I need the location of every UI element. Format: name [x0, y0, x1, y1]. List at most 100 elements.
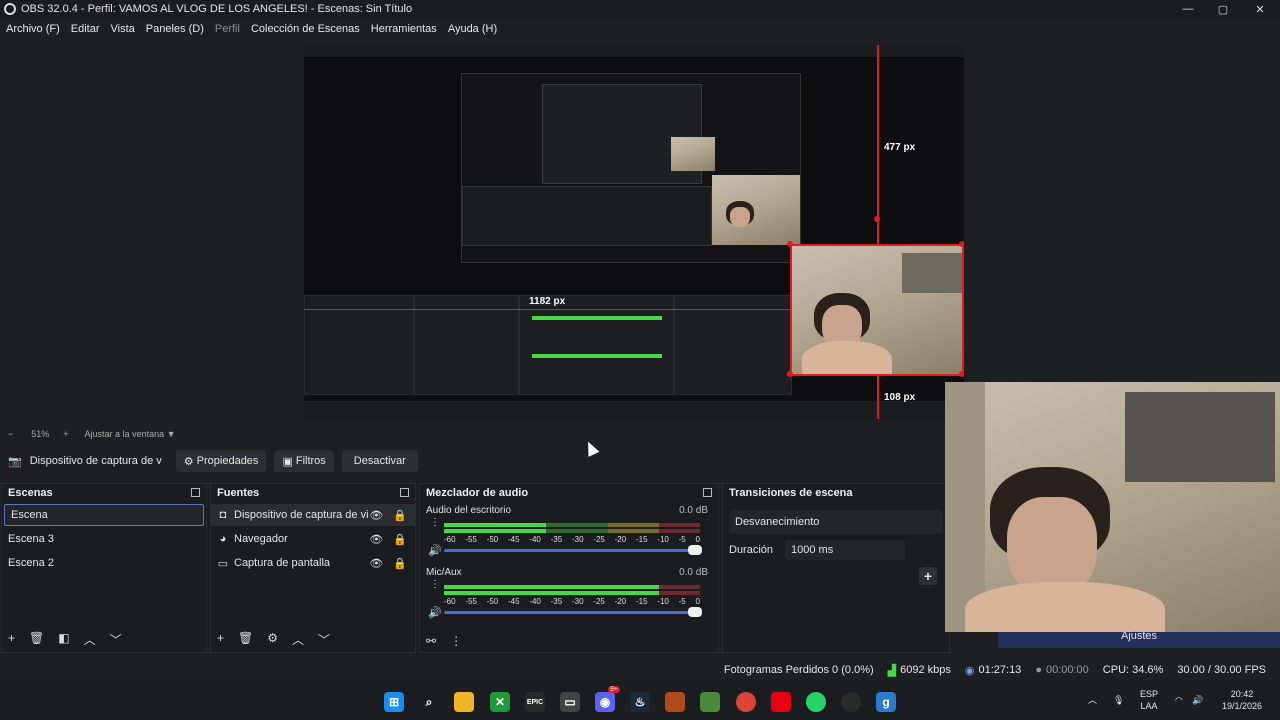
- filters-button[interactable]: ▣ Filtros: [274, 450, 334, 472]
- measure-handle-top[interactable]: [874, 216, 880, 222]
- nested-transitions-dock: [674, 295, 792, 395]
- menu-paneles[interactable]: Paneles (D): [142, 23, 208, 35]
- settings-button[interactable]: Ajustes: [998, 631, 1280, 648]
- resize-handle-bl[interactable]: [787, 371, 793, 377]
- add-icon[interactable]: +: [8, 631, 15, 648]
- language-indicator[interactable]: ESP LAA: [1140, 688, 1158, 712]
- volume-icon[interactable]: 🔊: [1192, 694, 1203, 706]
- channel-db: 0.0 dB: [679, 505, 708, 516]
- record-icon: ●: [1035, 664, 1042, 676]
- undock-icon[interactable]: [400, 488, 409, 497]
- folder-icon[interactable]: [454, 692, 474, 712]
- tick-label: -20: [614, 535, 627, 544]
- undock-icon[interactable]: [191, 488, 200, 497]
- resize-handle-br[interactable]: [959, 371, 964, 377]
- source-item[interactable]: ▭ Captura de pantalla 👁 🔒: [211, 552, 415, 574]
- volume-slider[interactable]: [444, 607, 702, 617]
- wifi-icon[interactable]: ◠: [1175, 694, 1183, 706]
- duration-field[interactable]: 1000 ms: [785, 540, 906, 560]
- filter-icon: ▣: [282, 455, 293, 468]
- chevron-up-icon[interactable]: ︿: [84, 631, 96, 648]
- minecraft-icon[interactable]: [700, 692, 720, 712]
- close-button[interactable]: ✕: [1242, 0, 1278, 18]
- search-icon[interactable]: ⌕: [419, 692, 439, 712]
- taskbar: ⊞ ⌕ ✕ EPIC ▭ ◉ 9+ ♨ g ︿ 🎙 ESP LAA ◠ 🔊 20:…: [0, 682, 1280, 720]
- lock-icon[interactable]: 🔒: [393, 509, 407, 522]
- volume-slider[interactable]: [444, 545, 702, 555]
- monitor-icon: ▭: [217, 557, 229, 570]
- zoom-out-button[interactable]: −: [8, 429, 13, 439]
- menu-vista[interactable]: Vista: [107, 23, 139, 35]
- more-icon[interactable]: ⋮: [450, 634, 462, 648]
- scene-item[interactable]: Escena 3: [2, 528, 206, 550]
- minimize-button[interactable]: —: [1170, 0, 1206, 18]
- camera-icon: ◘: [219, 509, 227, 521]
- nintendo-icon[interactable]: [771, 692, 791, 712]
- transitions-dock: Transiciones de escena Desvanecimiento D…: [722, 483, 950, 653]
- scene-item[interactable]: Escena: [4, 504, 204, 526]
- link-icon[interactable]: ⚯: [426, 634, 436, 648]
- bitrate: ▟ 6092 kbps: [887, 664, 951, 677]
- tick-label: -45: [507, 535, 520, 544]
- xbox-icon[interactable]: ✕: [490, 692, 510, 712]
- tick-label: -30: [571, 597, 584, 606]
- chevron-up-icon[interactable]: ︿: [1088, 694, 1097, 706]
- gear-icon[interactable]: ⚙: [267, 631, 278, 648]
- g-app-icon[interactable]: g: [876, 692, 896, 712]
- selected-webcam-source[interactable]: [792, 245, 964, 375]
- windows-start-icon[interactable]: ⊞: [384, 692, 404, 712]
- trash-icon[interactable]: 🗑: [238, 631, 253, 648]
- tick-label: 0: [695, 535, 700, 544]
- source-item[interactable]: ◘ Dispositivo de captura de vi 👁 🔒: [211, 504, 415, 526]
- eye-icon[interactable]: 👁: [369, 557, 383, 570]
- menu-editar[interactable]: Editar: [67, 23, 104, 35]
- speaker-icon[interactable]: 🔊: [428, 606, 442, 619]
- chevron-down-icon[interactable]: ﹀: [318, 631, 330, 648]
- add-icon[interactable]: +: [217, 631, 224, 648]
- chevron-down-icon[interactable]: ﹀: [110, 631, 122, 648]
- chrome-icon[interactable]: [736, 692, 756, 712]
- mic-icon[interactable]: 🎙: [1113, 694, 1124, 706]
- chevron-up-icon[interactable]: ︿: [292, 631, 304, 648]
- properties-button[interactable]: ⚙ Propiedades: [175, 450, 267, 472]
- undock-icon[interactable]: [703, 488, 712, 497]
- deactivate-button[interactable]: Desactivar: [341, 450, 418, 472]
- eye-icon[interactable]: 👁: [369, 533, 383, 546]
- trash-icon[interactable]: 🗑: [29, 631, 44, 648]
- source-item[interactable]: ◕ Navegador 👁 🔒: [211, 528, 415, 550]
- shield-icon[interactable]: [665, 692, 685, 712]
- speaker-icon[interactable]: 🔊: [428, 544, 442, 557]
- menu-perfil[interactable]: Perfil: [211, 23, 244, 35]
- obs-icon[interactable]: [841, 692, 861, 712]
- channel-menu-icon[interactable]: ⋮: [430, 580, 440, 590]
- fit-window-dropdown[interactable]: Ajustar a la ventana ▼: [77, 429, 176, 439]
- zoom-in-button[interactable]: +: [63, 429, 68, 439]
- tick-label: -5: [678, 597, 686, 606]
- menu-coleccion-escenas[interactable]: Colección de Escenas: [247, 23, 364, 35]
- whatsapp-icon[interactable]: [806, 692, 826, 712]
- channel-menu-icon[interactable]: ⋮: [430, 518, 440, 528]
- meter-ticks: -60 -55 -50 -45 -40 -35 -30 -25 -20 -15 -10 -5 0: [444, 535, 700, 544]
- menu-ayuda[interactable]: Ayuda (H): [444, 23, 501, 35]
- menu-archivo[interactable]: Archivo (F): [2, 23, 64, 35]
- filter-icon[interactable]: ◧: [58, 631, 69, 648]
- epic-games-icon[interactable]: EPIC: [525, 692, 545, 712]
- tick-label: -40: [529, 535, 541, 544]
- eye-icon[interactable]: 👁: [369, 509, 383, 522]
- clock[interactable]: 20:42 19/1/2026: [1214, 688, 1270, 712]
- discord-icon[interactable]: ◉: [595, 692, 615, 712]
- steam-icon[interactable]: ♨: [630, 692, 650, 712]
- lock-icon[interactable]: 🔒: [393, 557, 407, 570]
- add-transition-button[interactable]: +: [919, 567, 937, 585]
- maximize-button[interactable]: ▢: [1205, 0, 1241, 18]
- lock-icon[interactable]: 🔒: [393, 533, 407, 546]
- transition-type-select[interactable]: Desvanecimiento: [729, 510, 943, 534]
- app-icon[interactable]: ▭: [560, 692, 580, 712]
- resize-handle-tl[interactable]: [787, 241, 793, 247]
- resize-handle-tr[interactable]: [959, 241, 964, 247]
- menu-herramientas[interactable]: Herramientas: [367, 23, 441, 35]
- nested-sources-dock: [414, 295, 519, 395]
- scene-item[interactable]: Escena 2: [2, 552, 206, 574]
- measure-line-top: [877, 45, 879, 244]
- preview-canvas[interactable]: 477 px 1182 px 108 px: [304, 45, 964, 419]
